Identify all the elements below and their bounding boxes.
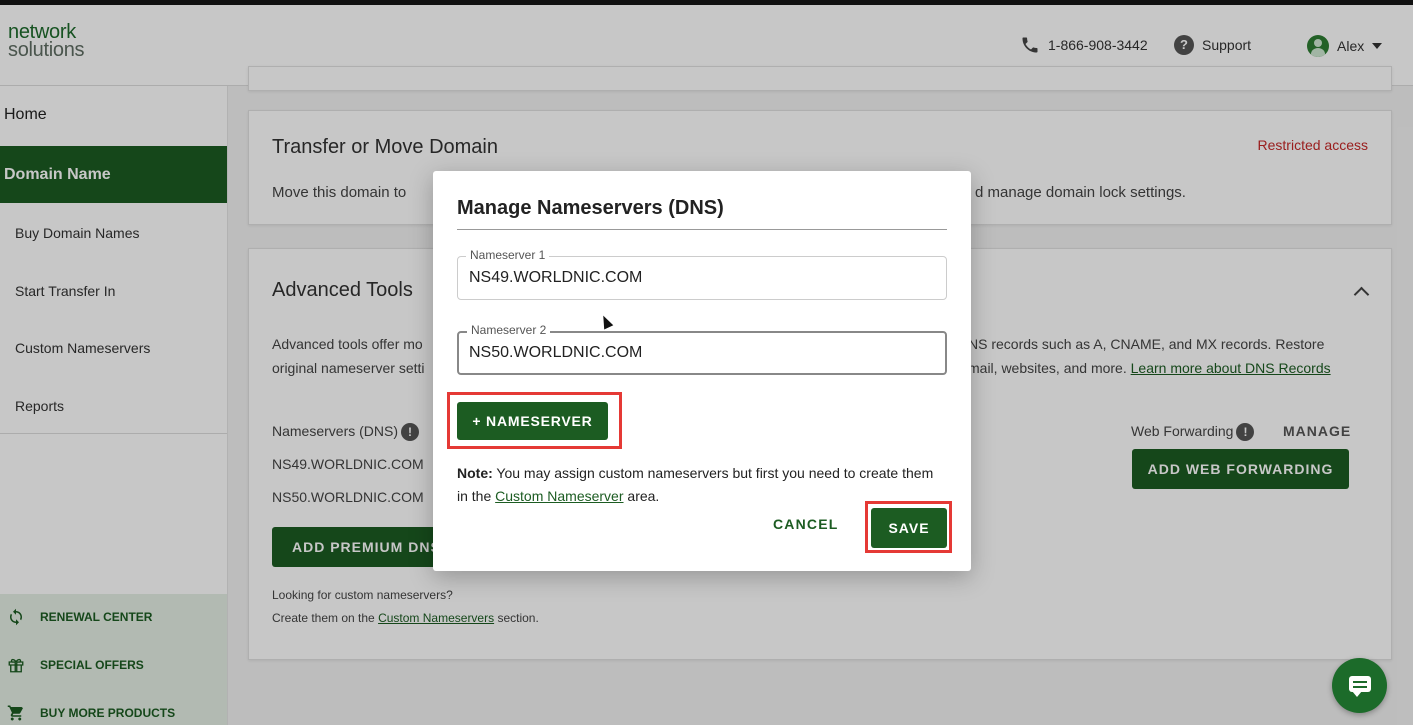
nameserver-1-label: Nameserver 1: [466, 248, 550, 262]
cancel-button[interactable]: CANCEL: [773, 516, 839, 532]
nameserver-2-input[interactable]: [469, 344, 929, 362]
custom-nameserver-link[interactable]: Custom Nameserver: [495, 488, 623, 504]
note-suffix: area.: [627, 488, 660, 504]
modal-title: Manage Nameservers (DNS): [457, 197, 724, 219]
nameserver-2-field[interactable]: Nameserver 2: [457, 323, 947, 375]
nameserver-2-label: Nameserver 2: [467, 323, 551, 337]
add-nameserver-button[interactable]: + NAMESERVER: [457, 402, 608, 440]
chat-bubble-icon: [1349, 676, 1371, 697]
chat-line-icon: [1353, 686, 1367, 688]
chat-line-icon: [1353, 681, 1367, 683]
save-button[interactable]: SAVE: [871, 508, 947, 548]
nameserver-1-field[interactable]: Nameserver 1: [457, 248, 947, 300]
chat-button[interactable]: [1332, 658, 1387, 713]
manage-nameservers-modal: Manage Nameservers (DNS) Nameserver 1 Na…: [433, 171, 971, 571]
modal-divider: [457, 229, 947, 230]
note-bold: Note:: [457, 465, 493, 481]
nameserver-1-input[interactable]: [469, 269, 929, 287]
